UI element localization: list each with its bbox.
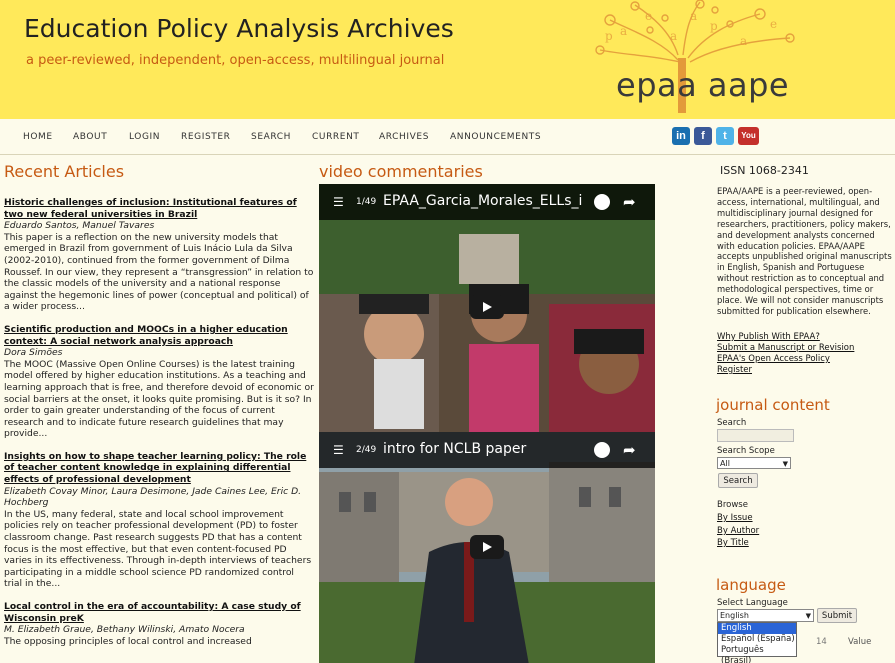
browse-label: Browse — [717, 500, 748, 510]
playlist-count: 1/49 — [356, 197, 377, 207]
youtube-icon[interactable]: You — [738, 127, 759, 145]
submit-manuscript-link[interactable]: Submit a Manuscript or Revision — [717, 343, 854, 353]
recent-articles: Recent Articles Historic challenges of i… — [4, 162, 314, 647]
browse-by-issue-link[interactable]: By Issue — [717, 513, 753, 523]
nav-current[interactable]: CURRENT — [312, 132, 360, 142]
svg-text:a: a — [740, 34, 747, 48]
share-icon[interactable]: ➦ — [623, 193, 636, 211]
linkedin-icon[interactable]: in — [672, 127, 690, 145]
nav-archives[interactable]: ARCHIVES — [379, 132, 429, 142]
svg-text:a: a — [670, 29, 677, 43]
nav-announcements[interactable]: ANNOUNCEMENTS — [450, 132, 541, 142]
article-abstract: The opposing principles of local control… — [4, 635, 252, 647]
article-title-link[interactable]: Local control in the era of accountabili… — [4, 601, 314, 624]
search-label: Search — [717, 418, 747, 428]
article-authors: Dora Simões — [4, 347, 63, 359]
video-title-bar: ☰ 2/49 intro for NCLB paper ➦ — [319, 432, 655, 468]
language-select[interactable]: English ▼ — [717, 609, 814, 622]
select-language-label: Select Language — [717, 598, 788, 608]
article-title-link[interactable]: Historic challenges of inclusion: Instit… — [4, 197, 314, 220]
twitter-icon[interactable]: t — [716, 127, 734, 145]
video-title-bar: ☰ 1/49 EPAA_Garcia_Morales_ELLs_i... ➦ — [319, 184, 655, 220]
logo-text: epaa aape — [616, 66, 790, 104]
share-icon[interactable]: ➦ — [623, 441, 636, 459]
language-option-portugues[interactable]: Português (Brasil) — [718, 645, 796, 663]
article-title-link[interactable]: Insights on how to shape teacher learnin… — [4, 451, 314, 486]
browse-by-author-link[interactable]: By Author — [717, 526, 759, 536]
svg-text:p: p — [710, 19, 718, 33]
article-item: Insights on how to shape teacher learnin… — [4, 451, 314, 590]
chevron-down-icon: ▼ — [805, 612, 811, 620]
article-abstract: This paper is a reflection on the new un… — [4, 231, 314, 313]
article-authors: M. Elizabeth Graue, Bethany Wilinski, Am… — [4, 624, 245, 636]
watch-later-icon[interactable] — [594, 442, 610, 458]
video-player[interactable]: ☰ 2/49 intro for NCLB paper ➦ — [319, 432, 655, 663]
play-button-icon[interactable] — [470, 295, 504, 319]
language-submit-button[interactable]: Submit — [817, 608, 857, 623]
play-button-icon[interactable] — [470, 535, 504, 559]
recent-articles-title: Recent Articles — [4, 162, 125, 181]
nav-register[interactable]: REGISTER — [181, 132, 231, 142]
search-input[interactable] — [717, 429, 794, 442]
article-item: Scientific production and MOOCs in a hig… — [4, 324, 314, 440]
site-subtitle: a peer-reviewed, independent, open-acces… — [26, 53, 445, 68]
search-button[interactable]: Search — [718, 473, 758, 488]
watch-later-icon[interactable] — [594, 194, 610, 210]
article-item: Local control in the era of accountabili… — [4, 601, 314, 647]
search-scope-select[interactable]: All ▼ — [717, 457, 791, 469]
video-title[interactable]: EPAA_Garcia_Morales_ELLs_i... — [383, 193, 583, 209]
nav-about[interactable]: ABOUT — [73, 132, 107, 142]
language-title: language — [716, 576, 786, 594]
search-scope-label: Search Scope — [717, 446, 775, 456]
nav-search[interactable]: SEARCH — [251, 132, 291, 142]
search-scope-value: All — [720, 459, 730, 468]
language-option-english[interactable]: English — [718, 623, 796, 634]
language-selected-value: English — [720, 611, 749, 620]
facebook-icon[interactable]: f — [694, 127, 712, 145]
article-item: Historic challenges of inclusion: Instit… — [4, 197, 314, 313]
browse-by-title-link[interactable]: By Title — [717, 538, 749, 548]
svg-text:a: a — [690, 9, 697, 23]
svg-text:e: e — [645, 9, 652, 23]
main-nav: HOME ABOUT LOGIN REGISTER SEARCH CURRENT… — [0, 119, 895, 155]
language-option-espanol[interactable]: Español (España) — [718, 634, 796, 645]
article-authors: Elizabeth Covay Minor, Laura Desimone, J… — [4, 485, 302, 509]
open-access-policy-link[interactable]: EPAA's Open Access Policy — [717, 354, 830, 364]
svg-text:p: p — [605, 29, 613, 43]
site-title[interactable]: Education Policy Analysis Archives — [24, 14, 454, 43]
article-abstract: The MOOC (Massive Open Online Courses) i… — [4, 358, 314, 440]
svg-text:e: e — [770, 17, 777, 31]
video-commentaries-title: video commentaries — [319, 162, 483, 181]
svg-text:a: a — [620, 24, 627, 38]
article-abstract: In the US, many federal, state and local… — [4, 508, 312, 590]
language-dropdown-list: English Español (España) Português (Bras… — [717, 622, 797, 663]
partial-text: 14 — [816, 637, 827, 647]
partial-text: Value — [848, 637, 872, 647]
journal-content-title: journal content — [716, 396, 830, 414]
video-player[interactable]: ☰ 1/49 EPAA_Garcia_Morales_ELLs_i... ➦ — [319, 184, 655, 432]
article-authors: Eduardo Santos, Manuel Tavares — [4, 220, 155, 232]
nav-home[interactable]: HOME — [23, 132, 53, 142]
video-commentaries: video commentaries ☰ 1/49 EPAA_Garcia_Mo… — [319, 162, 655, 663]
playlist-icon[interactable]: ☰ — [333, 195, 344, 209]
chevron-down-icon: ▼ — [782, 460, 788, 468]
nav-login[interactable]: LOGIN — [129, 132, 160, 142]
why-publish-link[interactable]: Why Publish With EPAA? — [717, 332, 820, 342]
video-title[interactable]: intro for NCLB paper — [383, 441, 583, 457]
playlist-count: 2/49 — [356, 445, 377, 455]
playlist-icon[interactable]: ☰ — [333, 443, 344, 457]
article-title-link[interactable]: Scientific production and MOOCs in a hig… — [4, 324, 314, 347]
site-header: Education Policy Analysis Archives a pee… — [0, 0, 895, 119]
issn: ISSN 1068-2341 — [720, 164, 809, 177]
journal-description: EPAA/AAPE is a peer-reviewed, open-acces… — [717, 186, 892, 316]
register-link[interactable]: Register — [717, 365, 752, 375]
